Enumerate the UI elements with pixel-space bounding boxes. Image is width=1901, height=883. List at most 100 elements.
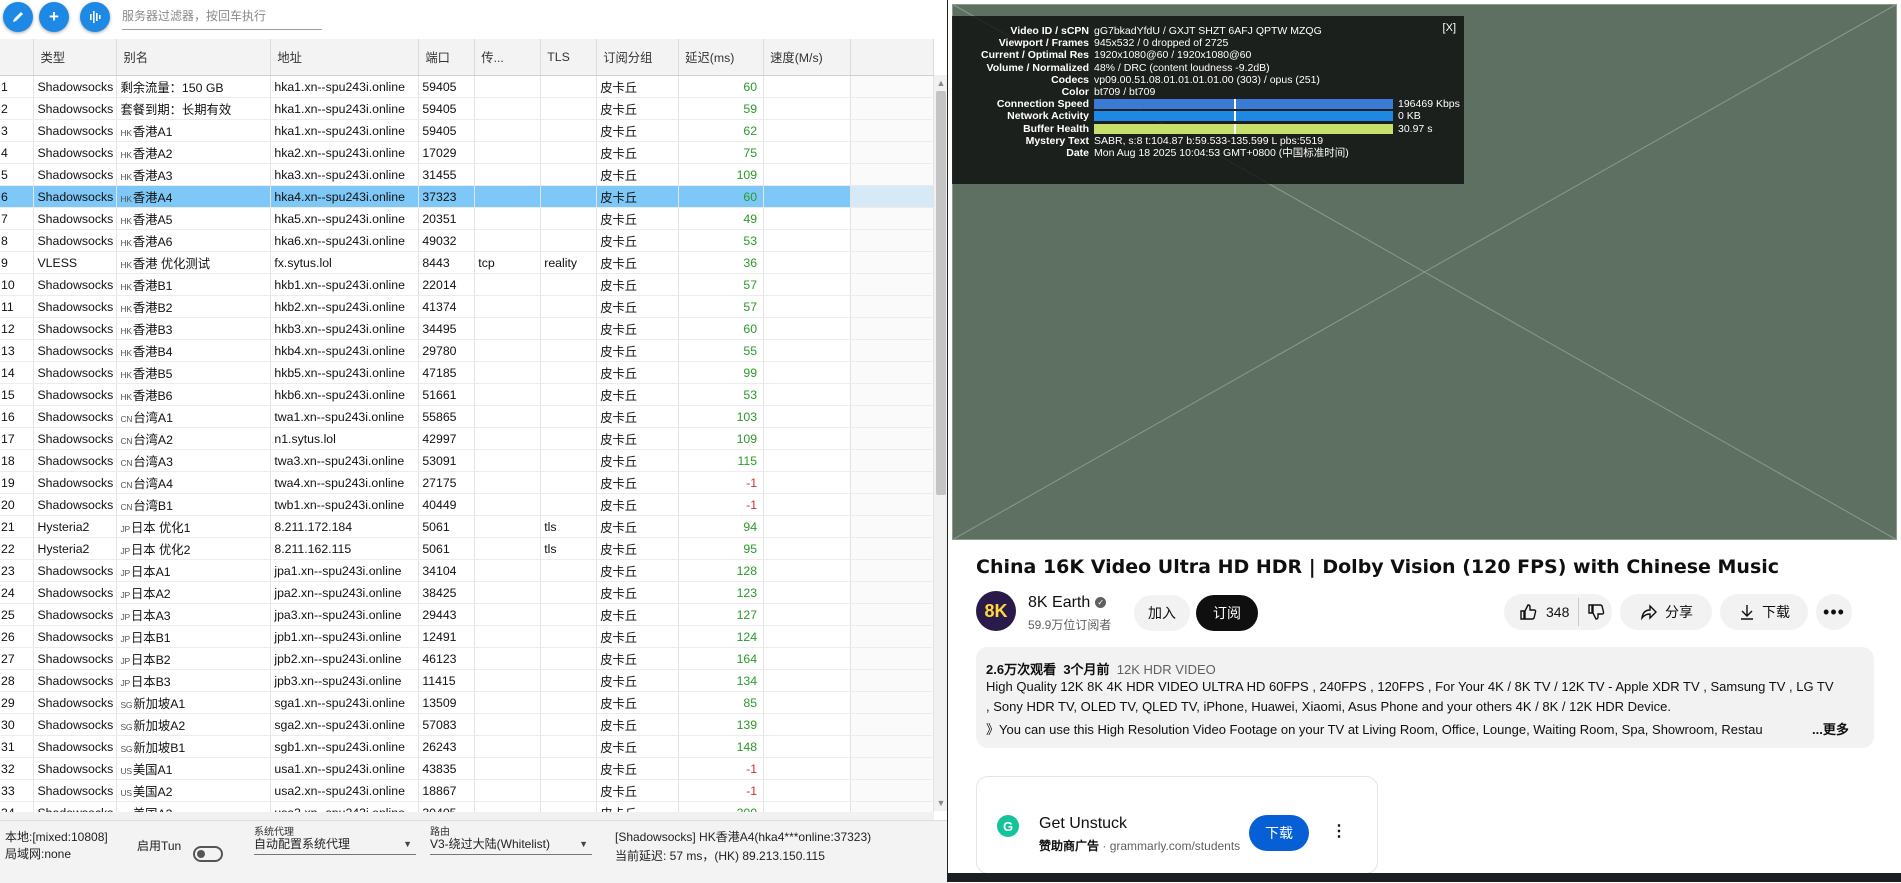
table-row[interactable]: 7 Shadowsocks HK香港A5 hka5.xn--spu243i.onlin… [0,207,934,230]
upload-date: 3个月前 [1063,662,1110,677]
channel-avatar[interactable]: 8K [976,591,1016,631]
scroll-thumb[interactable] [936,91,946,495]
table-row[interactable]: 12 Shadowsocks HK香港B3 hkb3.xn--spu243i.onli… [0,317,934,340]
row-alias: HK香港B2 [116,295,272,318]
scroll-down-icon[interactable]: ▼ [936,797,946,809]
join-button[interactable]: 加入 [1134,595,1190,631]
table-row[interactable]: 19 Shadowsocks CN台湾A4 twa4.xn--spu243i.onli… [0,471,934,494]
table-row[interactable]: 29 Shadowsocks SG新加坡A1 sga1.xn--spu243i.onl… [0,691,934,714]
row-address: twa4.xn--spu243i.online [270,471,420,494]
col-header-index[interactable] [0,39,35,76]
col-header-alias[interactable]: 别名 [116,39,272,76]
ad-card[interactable]: G Get Unstuck 赞助商广告 · grammarly.com/stud… [976,776,1378,874]
row-index: 28 [0,669,35,692]
tun-toggle[interactable] [193,846,223,862]
table-row[interactable]: 32 Shadowsocks US美国A1 usa1.xn--spu243i.onli… [0,757,934,780]
row-network [474,339,542,362]
table-horizontal-scrollbar[interactable] [0,812,934,820]
scroll-up-icon[interactable]: ▲ [936,77,946,89]
table-row[interactable]: 24 Shadowsocks JP日本A2 jpa2.xn--spu243i.onli… [0,581,934,604]
share-button[interactable]: 分享 [1620,594,1712,630]
row-type: Shadowsocks [33,383,118,406]
col-header-speed[interactable]: 速度(M/s) [763,39,852,76]
table-row[interactable]: 15 Shadowsocks HK香港B6 hkb6.xn--spu243i.onli… [0,383,934,406]
table-row[interactable]: 16 Shadowsocks CN台湾A1 twa1.xn--spu243i.onli… [0,405,934,428]
table-row[interactable]: 2 Shadowsocks 套餐到期：长期有效 hka1.xn--spu243i.on… [0,97,934,120]
table-row[interactable]: 6 Shadowsocks HK香港A4 hka4.xn--spu243i.onlin… [0,185,934,208]
table-row[interactable]: 10 Shadowsocks HK香港B1 hkb1.xn--spu243i.onli… [0,273,934,296]
alias-text: 台湾A3 [133,454,173,469]
edit-server-button[interactable] [3,2,33,32]
col-header-latency[interactable]: 延迟(ms) [678,39,765,76]
ad-title: Get Unstuck [1039,815,1128,832]
dislike-button[interactable] [1586,602,1606,625]
table-row[interactable]: 3 Shadowsocks HK香港A1 hka1.xn--spu243i.onlin… [0,119,934,142]
row-tls [540,141,598,164]
table-row[interactable]: 26 Shadowsocks JP日本B1 jpb1.xn--spu243i.onli… [0,625,934,648]
row-latency: 164 [678,647,765,670]
row-tls [540,339,598,362]
table-row[interactable]: 9 VLESS HK香港 优化测试 fx.sytus.lol 8443 tcp realit… [0,251,934,274]
table-row[interactable]: 23 Shadowsocks JP日本A1 jpa1.xn--spu243i.onli… [0,559,934,582]
col-header-type[interactable]: 类型 [33,39,118,76]
channel-name[interactable]: 8K Earth ✓ [1028,594,1107,612]
col-header-address[interactable]: 地址 [270,39,420,76]
table-row[interactable]: 14 Shadowsocks HK香港B5 hkb5.xn--spu243i.onli… [0,361,934,384]
table-row[interactable]: 17 Shadowsocks CN台湾A2 n1.sytus.lol 42997 皮卡丘 1… [0,427,934,450]
download-button[interactable]: 下载 [1720,594,1808,630]
description-box[interactable]: 2.6万次观看 3个月前 12K HDR VIDEO High Quality … [976,647,1874,748]
table-row[interactable]: 22 Hysteria2 JP日本 优化2 8.211.162.115 5061 tls 皮… [0,537,934,560]
col-header-group[interactable]: 订阅分组 [596,39,680,76]
row-tls [540,625,598,648]
add-server-button[interactable]: + [39,2,69,32]
table-row[interactable]: 8 Shadowsocks HK香港A6 hka6.xn--spu243i.onlin… [0,229,934,252]
sysproxy-select[interactable]: 自动配置系统代理 ▼ [254,834,416,855]
region-flag: HK [120,347,132,358]
table-row[interactable]: 18 Shadowsocks CN台湾A3 twa3.xn--spu243i.onli… [0,449,934,472]
row-port: 49032 [418,229,476,252]
latency-test-button[interactable] [80,2,110,32]
like-button[interactable] [1518,602,1538,625]
table-row[interactable]: 5 Shadowsocks HK香港A3 hka3.xn--spu243i.onlin… [0,163,934,186]
table-row[interactable]: 13 Shadowsocks HK香港B4 hkb4.xn--spu243i.onli… [0,339,934,362]
stats-row: Date Mon Aug 18 2025 10:04:53 GMT+0800 (中… [952,146,1462,160]
row-address: hkb3.xn--spu243i.online [270,317,420,340]
table-row[interactable]: 28 Shadowsocks JP日本B3 jpb3.xn--spu243i.onli… [0,669,934,692]
share-label: 分享 [1665,604,1693,620]
table-row[interactable]: 21 Hysteria2 JP日本 优化1 8.211.172.184 5061 tls 皮… [0,515,934,538]
col-header-port[interactable]: 端口 [418,39,476,76]
row-port: 34104 [418,559,476,582]
col-header-tls[interactable]: TLS [540,39,598,76]
table-row[interactable]: 27 Shadowsocks JP日本B2 jpb2.xn--spu243i.onli… [0,647,934,670]
row-group: 皮卡丘 [596,207,680,230]
table-row[interactable]: 20 Shadowsocks CN台湾B1 twb1.xn--spu243i.onli… [0,493,934,516]
route-select[interactable]: V3-绕过大陆(Whitelist) ▼ [430,834,592,855]
hashtag[interactable]: 12K HDR VIDEO [1117,662,1216,677]
subscribe-button[interactable]: 订阅 [1196,595,1258,631]
table-row[interactable]: 11 Shadowsocks HK香港B2 hkb2.xn--spu243i.onli… [0,295,934,318]
col-header-network[interactable]: 传... [474,39,542,76]
row-port: 29443 [418,603,476,626]
row-index: 16 [0,405,35,428]
server-filter-input[interactable]: 服务器过滤器，按回车执行 [122,3,322,30]
row-blank [850,581,934,604]
ad-menu-icon[interactable]: ⋮ [1331,821,1347,841]
video-player[interactable]: [X] Video ID / sCPN gG7bkadYfdU / GXJT SH… [952,4,1897,540]
row-network: tcp [474,251,542,274]
table-row[interactable]: 25 Shadowsocks JP日本A3 jpa3.xn--spu243i.onli… [0,603,934,626]
show-more-link[interactable]: ...更多 [1812,719,1849,738]
table-row[interactable]: 4 Shadowsocks HK香港A2 hka2.xn--spu243i.onlin… [0,141,934,164]
table-row[interactable]: 34ShadowsocksUS美国A3usa3.xn--spu243i.onli… [0,801,934,812]
table-row[interactable]: 1 Shadowsocks 剩余流量：150 GB hka1.xn--spu243i.… [0,75,934,98]
alias-text: 香港A5 [132,212,173,227]
table-row[interactable]: 33 Shadowsocks US美国A2 usa2.xn--spu243i.onli… [0,779,934,802]
row-address: hkb6.xn--spu243i.online [270,383,420,406]
table-row[interactable]: 30 Shadowsocks SG新加坡A2 sga2.xn--spu243i.onl… [0,713,934,736]
more-actions-button[interactable]: ••• [1816,594,1852,630]
ad-download-button[interactable]: 下载 [1249,815,1309,851]
row-index: 22 [0,537,35,560]
row-tls [540,119,598,142]
table-row[interactable]: 31 Shadowsocks SG新加坡B1 sgb1.xn--spu243i.onl… [0,735,934,758]
row-index: 27 [0,647,35,670]
table-vertical-scrollbar[interactable]: ▲ ▼ [934,75,948,811]
